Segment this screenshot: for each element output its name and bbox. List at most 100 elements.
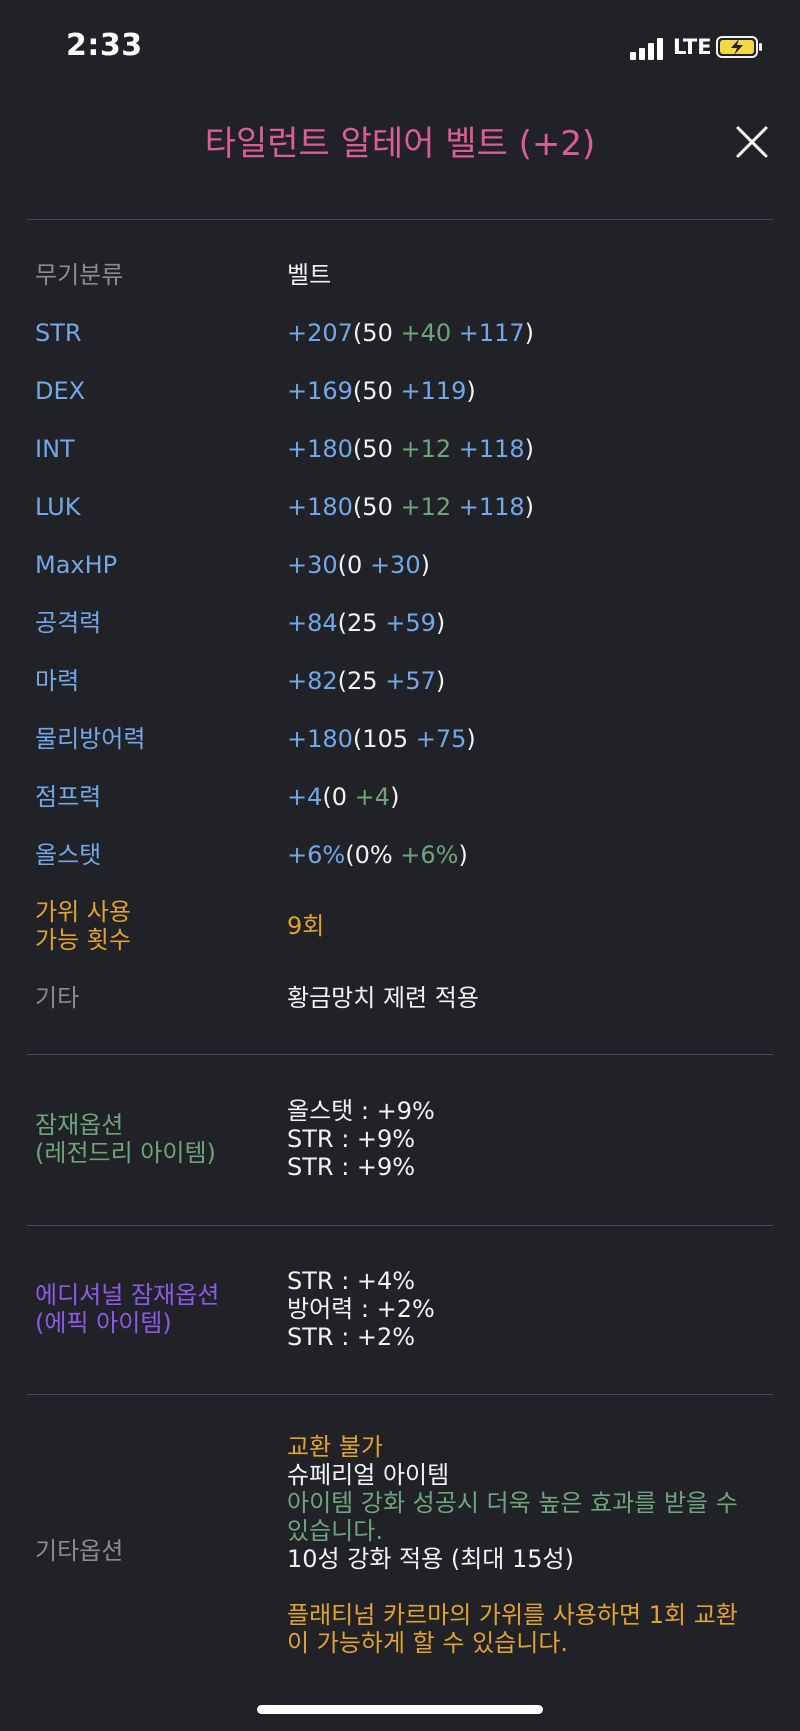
stat-value: 벨트 (287, 261, 332, 289)
stat-base: 25 (347, 667, 386, 695)
additional-potential-label: 에디셔널 잠재옵션 (에픽 아이템) (35, 1281, 219, 1337)
stat-base: 0 (331, 783, 355, 811)
potential-values: 올스탯 : +9% STR : +9% STR : +9% (287, 1097, 435, 1181)
stat-paren-open: ( (337, 551, 348, 579)
stat-paren-close: ) (466, 377, 476, 405)
additional-potential-label-line: 에디셔널 잠재옵션 (35, 1281, 220, 1309)
stat-paren-open: ( (345, 841, 355, 869)
stat-bonus: +12 (400, 435, 452, 463)
additional-potential-values: STR : +4% 방어력 : +2% STR : +2% (287, 1267, 435, 1351)
stat-bonus: +12 (400, 493, 452, 521)
stat-enhance: +59 (385, 609, 436, 637)
stat-base: 0 (347, 551, 370, 579)
potential-label-line: 잠재옵션 (35, 1111, 124, 1139)
stat-value: +6%(0% +6%) (287, 841, 468, 869)
divider (27, 219, 773, 220)
other-options-label: 기타옵션 (35, 1537, 124, 1565)
stat-paren-close: ) (390, 783, 400, 811)
stat-value: +180(50 +12 +118) (287, 435, 534, 463)
divider (27, 1394, 773, 1395)
stat-value: +82(25 +57) (287, 667, 445, 695)
stat-label-line: 가위 사용 (35, 898, 131, 926)
potential-label-line: (레전드리 아이템) (35, 1139, 216, 1167)
stat-label: LUK (35, 493, 81, 521)
stat-value: 황금망치 제련 적용 (287, 984, 479, 1012)
stat-base: 50 (362, 435, 401, 463)
additional-potential-line: 방어력 : +2% (287, 1295, 435, 1323)
stat-base: 50 (362, 493, 401, 521)
star-force: 10성 강화 적용 (최대 15성) (287, 1545, 574, 1573)
stat-total: +180 (287, 493, 353, 521)
stat-base: 50 (362, 377, 401, 405)
other-options-values: 교환 불가 슈페리얼 아이템 아이템 강화 성공시 더욱 높은 효과를 받을 수… (287, 1433, 757, 1657)
stat-paren-close: ) (524, 493, 535, 521)
stat-enhance: +57 (385, 667, 436, 695)
stat-paren-close: ) (458, 841, 468, 869)
stat-paren-close: ) (435, 667, 446, 695)
close-icon[interactable] (734, 124, 770, 160)
stat-enhance: +119 (400, 377, 467, 405)
stat-value: +180(105 +75) (287, 725, 476, 753)
stat-paren-close: ) (420, 551, 430, 579)
stat-base: 25 (347, 609, 386, 637)
superior-item: 슈페리얼 아이템 (287, 1461, 450, 1489)
stat-base: 0% (354, 841, 401, 869)
stat-total: +180 (287, 725, 353, 753)
divider (27, 1054, 773, 1055)
stat-base: 50 (362, 319, 401, 347)
stat-total: +4 (287, 783, 323, 811)
stat-label: DEX (35, 377, 86, 405)
stat-label: 물리방어력 (35, 725, 146, 753)
stat-label: INT (35, 435, 75, 463)
stat-paren-open: ( (337, 667, 348, 695)
stat-paren-close: ) (466, 725, 476, 753)
network-type: LTE (673, 35, 712, 59)
stat-bonus: +6% (400, 841, 459, 869)
stat-enhance: +30 (369, 551, 421, 579)
trade-restriction: 교환 불가 (287, 1433, 383, 1461)
additional-potential-label-line: (에픽 아이템) (35, 1309, 172, 1337)
additional-potential-line: STR : +2% (287, 1323, 416, 1351)
karma-note: 플래티넘 카르마의 가위를 사용하면 1회 교환이 가능하게 할 수 있습니다. (287, 1601, 738, 1657)
stat-value: +169(50 +119) (287, 377, 476, 405)
stat-paren-open: ( (337, 609, 348, 637)
stat-label: 기타 (35, 984, 80, 1012)
potential-label: 잠재옵션 (레전드리 아이템) (35, 1111, 216, 1167)
stat-paren-open: ( (352, 319, 363, 347)
stat-paren-open: ( (352, 725, 363, 753)
stat-label: 점프력 (35, 783, 102, 811)
stat-label: 무기분류 (35, 261, 124, 289)
status-bar: 2:33 LTE (0, 0, 800, 96)
stat-enhance: +118 (451, 435, 525, 463)
stat-enhance: +118 (451, 493, 525, 521)
stat-label-line: 가능 횟수 (35, 926, 131, 954)
stat-label: 올스탯 (35, 841, 102, 869)
item-title: 타일런트 알테어 벨트 (+2) (204, 124, 596, 164)
battery-charging-icon (716, 36, 762, 58)
signal-icon (630, 36, 668, 60)
stat-paren-open: ( (352, 435, 363, 463)
stat-total: +84 (287, 609, 338, 637)
stat-enhance: +75 (415, 725, 467, 753)
stat-label: 마력 (35, 667, 80, 695)
stat-paren-close: ) (524, 435, 535, 463)
stat-value: 9회 (287, 912, 325, 940)
additional-potential-line: STR : +4% (287, 1267, 416, 1295)
potential-line: 올스탯 : +9% (287, 1097, 435, 1125)
home-indicator[interactable] (257, 1705, 543, 1714)
stat-total: +169 (287, 377, 353, 405)
stat-total: +82 (287, 667, 338, 695)
stat-value: +30(0 +30) (287, 551, 430, 579)
enhance-note: 아이템 강화 성공시 더욱 높은 효과를 받을 수 있습니다. (287, 1489, 738, 1545)
stat-total: +30 (287, 551, 338, 579)
stat-enhance: +117 (451, 319, 525, 347)
stat-label: STR (35, 319, 82, 347)
stat-paren-open: ( (322, 783, 332, 811)
stat-label: 공격력 (35, 609, 102, 637)
stat-paren-open: ( (352, 493, 363, 521)
stat-total: +180 (287, 435, 353, 463)
stat-total: +6% (287, 841, 346, 869)
stat-label: MaxHP (35, 551, 118, 579)
stat-value: +180(50 +12 +118) (287, 493, 534, 521)
